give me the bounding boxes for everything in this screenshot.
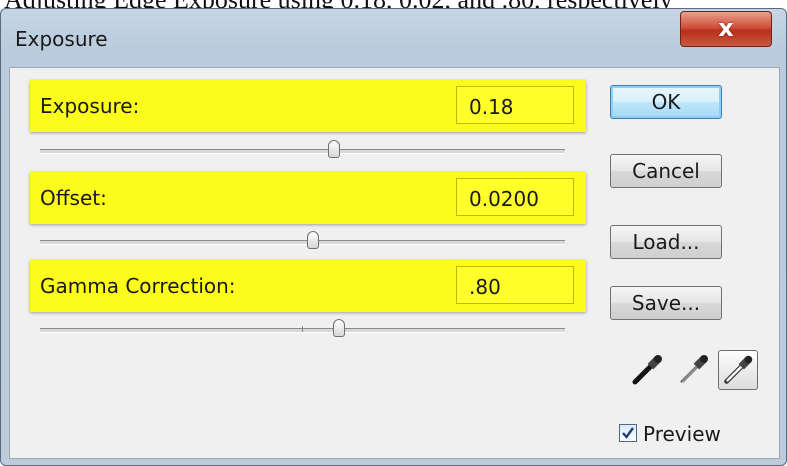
gamma-correction-input[interactable]: .80 xyxy=(456,266,574,304)
gray-point-eyedropper-icon[interactable] xyxy=(673,350,713,390)
offset-slider-thumb[interactable] xyxy=(307,231,319,249)
exposure-row: Exposure: 0.18 xyxy=(30,80,586,132)
preview-label: Preview xyxy=(643,422,721,446)
close-icon: x xyxy=(718,14,734,42)
offset-row: Offset: 0.0200 xyxy=(30,172,586,224)
close-button[interactable]: x xyxy=(680,11,772,47)
ok-button[interactable]: OK xyxy=(610,85,722,119)
cancel-button[interactable]: Cancel xyxy=(610,154,722,188)
black-point-eyedropper-icon[interactable] xyxy=(627,350,667,390)
exposure-slider-track[interactable] xyxy=(40,149,565,154)
gamma-correction-label: Gamma Correction: xyxy=(40,274,236,298)
dialog-client-area: Exposure: 0.18 Offset: 0.0200 Gamma Corr… xyxy=(9,67,780,459)
gamma-slider-thumb[interactable] xyxy=(333,319,346,337)
title-bar[interactable]: Exposure x xyxy=(1,9,786,67)
offset-label: Offset: xyxy=(40,186,107,210)
gamma-row: Gamma Correction: .80 xyxy=(30,260,586,312)
exposure-slider-thumb[interactable] xyxy=(328,140,340,158)
gamma-slider-center-tick xyxy=(302,326,303,332)
load-button[interactable]: Load... xyxy=(610,225,722,259)
preview-checkbox[interactable] xyxy=(619,424,637,442)
exposure-dialog: Exposure x Exposure: 0.18 Offset: 0.0200… xyxy=(0,8,787,466)
window-title: Exposure xyxy=(15,27,108,51)
exposure-input[interactable]: 0.18 xyxy=(456,86,574,124)
offset-slider-track[interactable] xyxy=(40,240,565,245)
exposure-label: Exposure: xyxy=(40,94,140,118)
checkmark-icon xyxy=(622,427,634,439)
white-point-eyedropper-icon[interactable] xyxy=(718,350,758,390)
save-button[interactable]: Save... xyxy=(610,286,722,320)
offset-input[interactable]: 0.0200 xyxy=(456,178,574,216)
